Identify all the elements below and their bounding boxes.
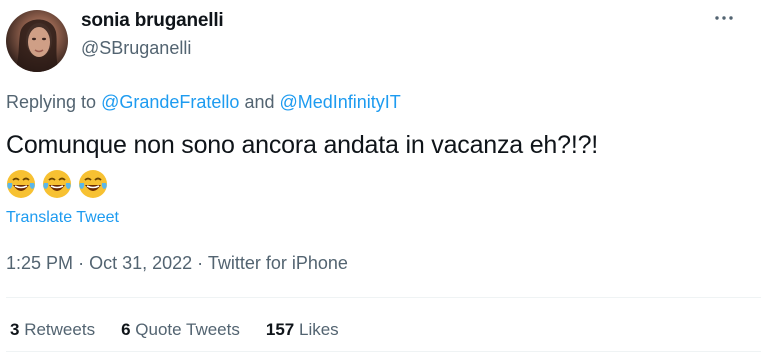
more-horizontal-icon[interactable] — [712, 8, 736, 28]
tweet-metadata: 1:25 PM · Oct 31, 2022 · Twitter for iPh… — [6, 253, 348, 274]
tweet-card: sonia bruganelli @SBruganelli Replying t… — [0, 0, 767, 355]
tweet-time[interactable]: 1:25 PM — [6, 253, 73, 273]
retweets-label: Retweets — [24, 320, 96, 339]
engagement-stats: 3 Retweets 6 Quote Tweets 157 Likes — [10, 320, 365, 340]
quote-tweets-count: 6 — [121, 320, 131, 339]
divider — [6, 351, 761, 352]
quote-tweets-label: Quote Tweets — [135, 320, 240, 339]
tweet-date[interactable]: Oct 31, 2022 — [89, 253, 192, 273]
tweet-text: Comunque non sono ancora andata in vacan… — [6, 131, 599, 159]
face-with-tears-of-joy-icon — [43, 170, 71, 198]
retweets-count: 3 — [10, 320, 20, 339]
avatar-photo — [14, 19, 60, 72]
user-handle[interactable]: @SBruganelli — [81, 38, 191, 59]
emoji-row — [5, 168, 109, 200]
reply-mention-grandefratello[interactable]: @GrandeFratello — [101, 92, 239, 112]
retweets-stat[interactable]: 3 Retweets — [10, 320, 95, 340]
likes-label: Likes — [298, 320, 339, 339]
tweet-source[interactable]: Twitter for iPhone — [208, 253, 348, 273]
replying-prefix: Replying to — [6, 92, 97, 112]
replying-conjunction: and — [244, 92, 275, 112]
divider — [6, 297, 761, 298]
replying-to: Replying to @GrandeFratello and @MedInfi… — [6, 92, 401, 113]
display-name[interactable]: sonia bruganelli — [81, 10, 224, 32]
likes-stat[interactable]: 157 Likes — [266, 320, 339, 340]
reply-mention-medinfinityit[interactable]: @MedInfinityIT — [280, 92, 401, 112]
avatar[interactable] — [6, 10, 68, 72]
meta-separator: · — [197, 253, 204, 273]
face-with-tears-of-joy-icon — [7, 170, 35, 198]
likes-count: 157 — [265, 320, 295, 339]
face-with-tears-of-joy-icon — [79, 170, 107, 198]
meta-separator: · — [78, 253, 85, 273]
translate-tweet-link[interactable]: Translate Tweet — [6, 209, 119, 227]
more-dots — [715, 16, 733, 20]
quote-tweets-stat[interactable]: 6 Quote Tweets — [121, 320, 240, 340]
